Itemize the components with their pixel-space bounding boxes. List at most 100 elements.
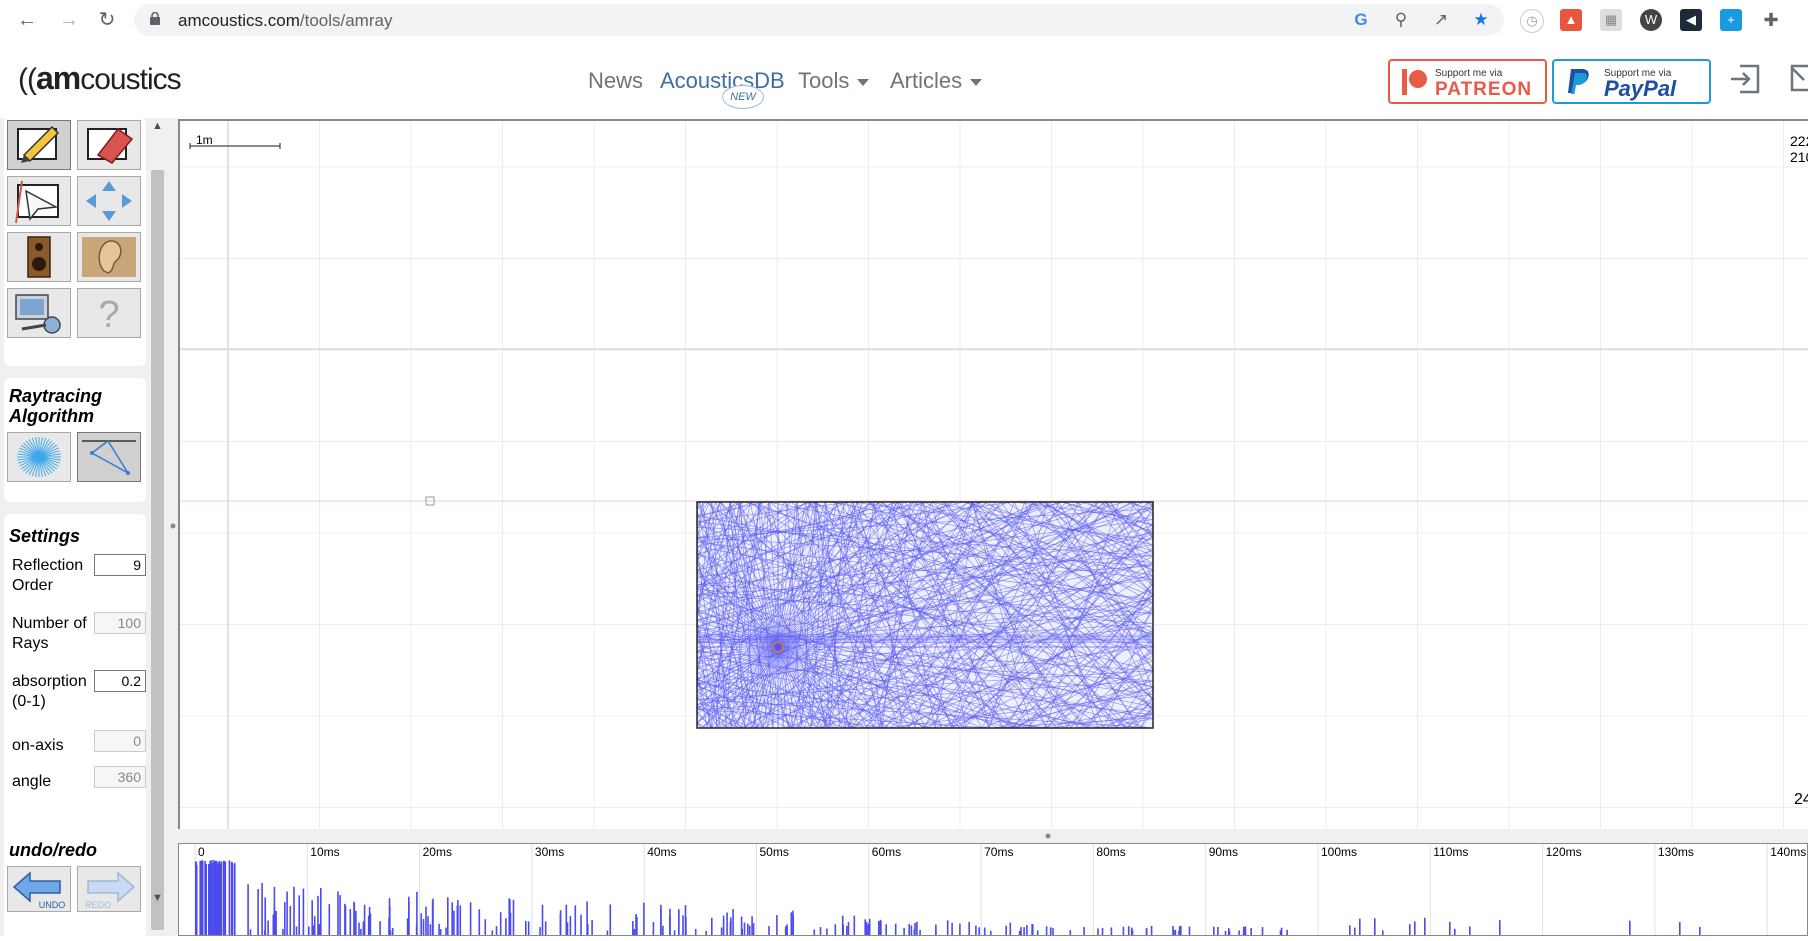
scroll-up-icon[interactable]: ▲ xyxy=(152,120,163,132)
echogram-bar xyxy=(422,919,425,935)
echogram-bar xyxy=(544,921,547,935)
speaker-icon xyxy=(27,236,51,278)
echogram-bar xyxy=(1679,922,1681,935)
echogram-bar xyxy=(790,912,793,935)
extension-arrow-icon[interactable]: ◀ xyxy=(1680,9,1702,31)
echogram-bar xyxy=(438,923,440,935)
nav-news[interactable]: News xyxy=(588,68,643,94)
extension-plus-icon[interactable]: + xyxy=(1720,9,1742,31)
nav-acousticsdb[interactable]: AcousticsDB xyxy=(660,68,785,94)
echogram-bar xyxy=(669,908,671,935)
absorption-label: absorption (0-1) xyxy=(12,673,87,710)
echogram-bar xyxy=(459,905,462,935)
receiver-tool-button[interactable] xyxy=(77,232,141,282)
google-icon[interactable]: G xyxy=(1350,10,1372,30)
raytracing-image-source-button[interactable] xyxy=(77,432,141,482)
extension-grid-icon[interactable]: ▦ xyxy=(1600,9,1622,31)
scroll-down-icon[interactable]: ▼ xyxy=(152,892,163,904)
echogram-bar xyxy=(353,902,356,935)
drawing-canvas[interactable]: 222 210 24 1m xyxy=(178,119,1808,829)
echogram-bar xyxy=(633,928,636,935)
echogram-bar xyxy=(274,912,277,935)
echogram-bar xyxy=(451,902,453,935)
panel-scrollbar[interactable]: ▲ ▼ xyxy=(148,118,168,936)
address-bar[interactable]: amcoustics.com/tools/amray G ⚲ ↗ ★ xyxy=(134,4,1504,36)
redo-button[interactable]: REDO xyxy=(77,866,141,912)
undo-arrow-icon: UNDO xyxy=(12,871,65,910)
help-tool-button[interactable]: ? xyxy=(77,288,141,338)
undo-button[interactable]: UNDO xyxy=(7,866,71,912)
settings-title: Settings xyxy=(9,526,81,546)
echogram-bar xyxy=(678,912,680,935)
on-axis-input[interactable]: 0 xyxy=(94,730,146,752)
zoom-icon[interactable]: ⚲ xyxy=(1390,10,1412,30)
source-tool-button[interactable] xyxy=(7,232,71,282)
svg-text:?: ? xyxy=(98,294,119,336)
share-icon[interactable]: ↗ xyxy=(1430,10,1452,30)
absorption-input[interactable]: 0.2 xyxy=(94,670,146,692)
echogram-bar xyxy=(1026,925,1028,935)
patreon-big-text: PATREON xyxy=(1435,79,1533,100)
echogram-bar xyxy=(1145,929,1148,935)
echogram-bar xyxy=(218,860,221,935)
room[interactable] xyxy=(695,500,1155,730)
echogram-bar xyxy=(1049,927,1052,935)
extension-rocket-icon[interactable]: ▲ xyxy=(1560,9,1582,31)
echogram-bar xyxy=(747,923,749,935)
echogram-bar xyxy=(1083,927,1085,935)
echogram-bar xyxy=(847,922,850,935)
patreon-button[interactable]: Support me via PATREON xyxy=(1388,59,1547,104)
raytracing-box: Raytracing Algorithm xyxy=(4,378,146,502)
echogram-bar xyxy=(1354,927,1356,935)
login-icon[interactable] xyxy=(1728,62,1762,96)
echogram-bar xyxy=(295,926,298,935)
echogram-bar xyxy=(355,910,357,935)
echogram-bar xyxy=(1036,930,1039,935)
nav-articles[interactable]: Articles xyxy=(890,68,983,94)
undo-box: undo/redo UNDO REDO xyxy=(4,830,146,936)
echogram-bar xyxy=(1031,924,1033,935)
draw-tool-button[interactable] xyxy=(7,120,71,170)
eraser-tool-button[interactable] xyxy=(77,120,141,170)
number-of-rays-input[interactable]: 100 xyxy=(94,612,146,634)
extension-w-icon[interactable]: W xyxy=(1640,9,1662,31)
extension-clock-icon[interactable]: ◷ xyxy=(1520,9,1544,33)
canvas-drawing[interactable] xyxy=(180,121,1808,829)
paypal-button[interactable]: Support me via PayPal xyxy=(1552,59,1711,104)
echogram-bar xyxy=(580,914,582,935)
echogram-bar xyxy=(1469,926,1471,935)
site-logo[interactable]: ((amcoustics xyxy=(18,60,182,97)
echogram-bar xyxy=(1005,925,1007,935)
reload-icon[interactable]: ↻ xyxy=(94,8,120,32)
extensions-puzzle-icon[interactable]: ✚ xyxy=(1760,9,1782,31)
angle-input[interactable]: 360 xyxy=(94,766,146,788)
settings-tool-button[interactable] xyxy=(7,288,71,338)
echogram-bar xyxy=(539,927,541,935)
patreon-icon xyxy=(1402,69,1427,95)
echogram-bar xyxy=(360,928,362,935)
select-tool-button[interactable] xyxy=(7,176,71,226)
echogram-bar xyxy=(673,930,676,935)
nav-tools[interactable]: Tools xyxy=(798,68,870,94)
echogram-bar xyxy=(1359,918,1361,935)
raytracing-radial-button[interactable] xyxy=(7,432,71,482)
back-icon[interactable]: ← xyxy=(14,8,40,32)
paypal-big-text: PayPal xyxy=(1604,76,1677,101)
forward-icon[interactable]: → xyxy=(56,8,82,32)
mail-icon[interactable] xyxy=(1790,64,1808,94)
horizontal-splitter[interactable] xyxy=(178,829,1808,843)
reflection-order-input[interactable]: 9 xyxy=(94,554,146,576)
vertical-splitter[interactable] xyxy=(168,118,178,936)
echogram-bar xyxy=(846,925,848,935)
echogram-bar xyxy=(311,900,313,935)
echogram-bar xyxy=(1127,926,1130,935)
bookmark-star-icon[interactable]: ★ xyxy=(1470,10,1492,30)
echogram-bar xyxy=(234,862,236,935)
echogram-timeline[interactable]: 0 10ms 20ms 30ms 40ms 50ms 60ms 70ms 80ms 90ms 100… xyxy=(178,843,1808,936)
scrollbar-thumb[interactable] xyxy=(151,170,164,930)
nav-articles-label: Articles xyxy=(890,68,963,93)
move-tool-button[interactable] xyxy=(77,176,141,226)
echogram-bar xyxy=(439,929,442,935)
echogram-bar xyxy=(916,921,918,935)
echogram-bar xyxy=(541,904,544,935)
